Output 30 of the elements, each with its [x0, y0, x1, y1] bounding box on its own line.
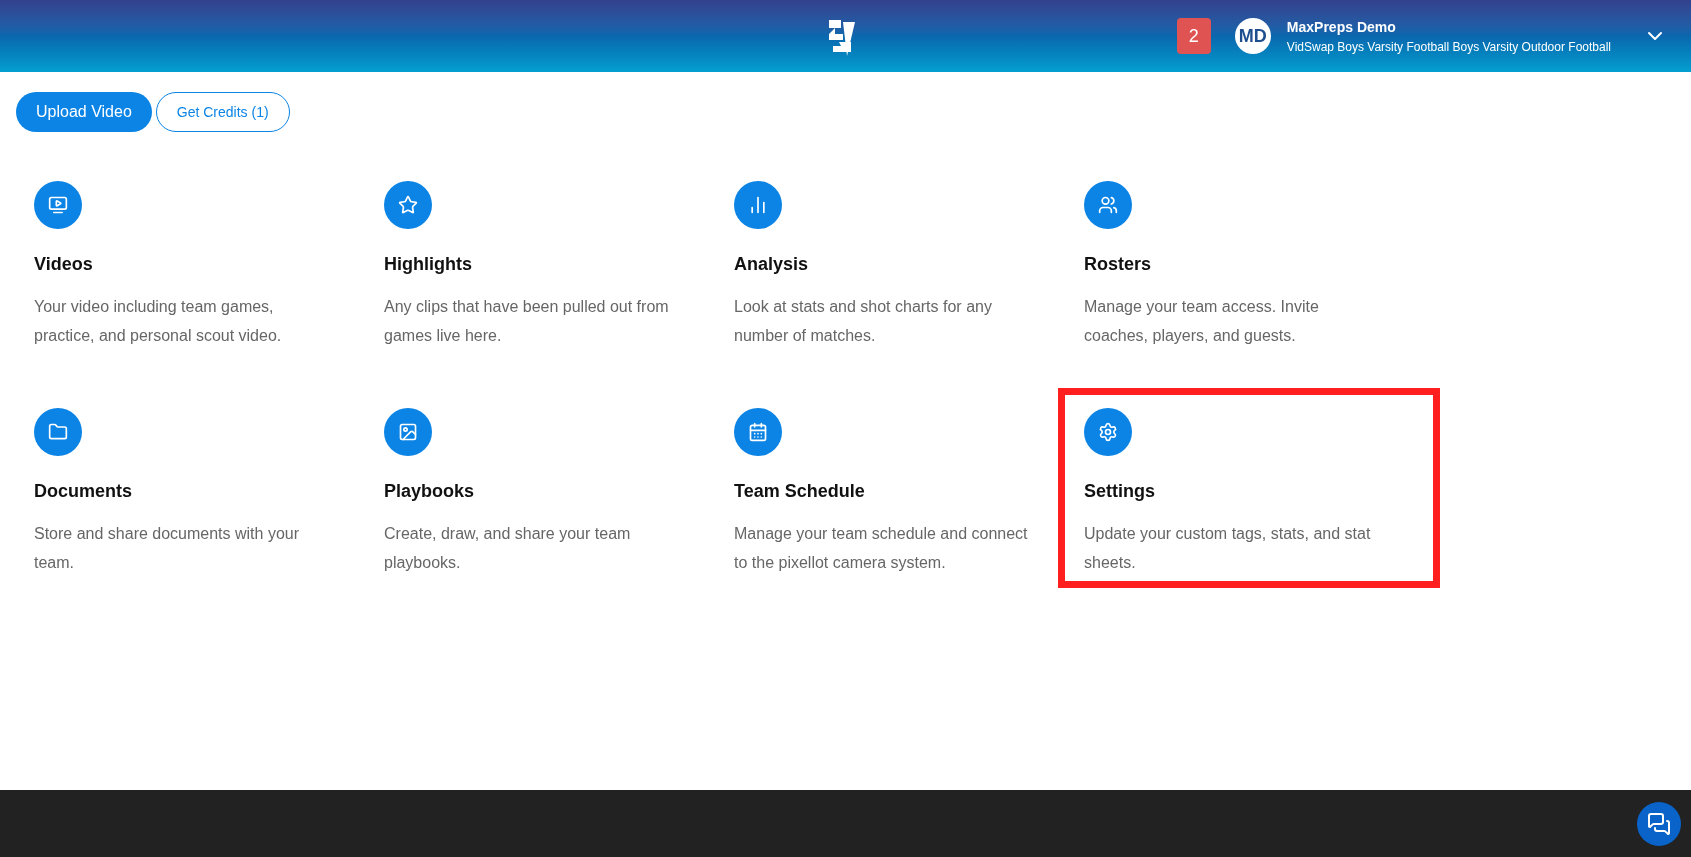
card-title[interactable]: Rosters: [1084, 251, 1434, 278]
card-title[interactable]: Documents: [34, 478, 384, 505]
card-description: Update your custom tags, stats, and stat sheets.: [1084, 524, 1372, 573]
upload-video-button[interactable]: Upload Video: [16, 92, 152, 132]
card-description: Create, draw, and share your team playbooks.: [384, 524, 632, 573]
card-title[interactable]: Settings: [1084, 478, 1434, 505]
avatar[interactable]: MD: [1234, 18, 1271, 54]
chat-icon: [1647, 811, 1671, 836]
user-name: MaxPreps Demo: [1286, 17, 1397, 37]
calendar-icon[interactable]: [734, 408, 782, 456]
card-description: Your video including team games, practice, and personal scout video.: [34, 297, 283, 346]
image-icon[interactable]: [384, 408, 432, 456]
folder-icon[interactable]: [34, 408, 82, 456]
card-description: Manage your team access. Invite coaches, players, and guests.: [1084, 297, 1320, 346]
settings-icon[interactable]: [1084, 408, 1132, 456]
card-description: Manage your team schedule and connect to the pixellot camera system.: [734, 524, 1029, 573]
chat-button[interactable]: [1637, 801, 1681, 846]
card-title[interactable]: Playbooks: [384, 478, 734, 505]
notification-badge[interactable]: 2: [1176, 18, 1211, 54]
card-description: Any clips that have been pulled out from games live here.: [384, 297, 670, 346]
card-title[interactable]: Videos: [34, 251, 384, 278]
video-icon[interactable]: [34, 181, 82, 229]
bar-chart-icon[interactable]: [734, 181, 782, 229]
card-title[interactable]: Highlights: [384, 251, 734, 278]
card-description: Look at stats and shot charts for any number of matches.: [734, 297, 993, 346]
card-title[interactable]: Analysis: [734, 251, 1084, 278]
team-name: VidSwap Boys Varsity Football Boys Varsity Outdoor Football: [1286, 38, 1611, 56]
people-icon[interactable]: [1084, 181, 1132, 229]
card-description: Store and share documents with your team.: [34, 524, 301, 573]
card-title[interactable]: Team Schedule: [734, 478, 1084, 505]
